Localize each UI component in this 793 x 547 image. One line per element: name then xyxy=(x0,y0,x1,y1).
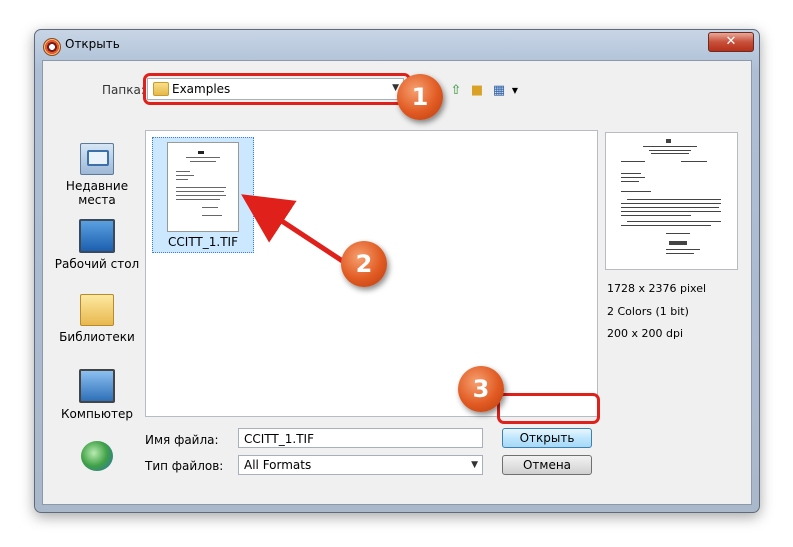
filetype-label: Тип файлов: xyxy=(145,459,224,473)
open-button[interactable]: Открыть xyxy=(502,428,592,448)
file-item[interactable]: CCITT_1.TIF xyxy=(152,137,254,253)
place-desktop[interactable]: Рабочий стол xyxy=(53,219,141,271)
place-desktop-label: Рабочий стол xyxy=(54,257,140,271)
file-name: CCITT_1.TIF xyxy=(168,235,238,249)
place-recent[interactable]: Недавние места xyxy=(53,143,141,207)
libraries-icon xyxy=(80,294,114,326)
place-libraries[interactable]: Библиотеки xyxy=(53,294,141,344)
chevron-down-icon[interactable]: ▼ xyxy=(471,460,478,470)
recent-places-icon xyxy=(80,143,114,175)
view-menu-chevron-icon[interactable]: ▼ xyxy=(507,83,523,99)
place-libraries-label: Библиотеки xyxy=(59,330,135,344)
place-recent-label: Недавние места xyxy=(65,179,129,207)
file-thumbnail xyxy=(167,142,239,232)
preview-dimensions: 1728 x 2376 pixel xyxy=(607,282,707,295)
computer-icon xyxy=(79,369,115,403)
close-button[interactable]: ✕ xyxy=(708,32,754,52)
window-title: Открыть xyxy=(65,37,120,51)
step-badge-3: 3 xyxy=(458,366,504,412)
look-in-label: Папка: xyxy=(102,83,145,97)
look-in-dropdown[interactable]: Examples ▼ xyxy=(147,78,404,100)
dialog-client-area: Папка: Examples ▼ ⇧ ■ ▦ ▼ Недавние места… xyxy=(42,60,752,505)
up-folder-icon[interactable]: ⇧ xyxy=(448,83,464,99)
filename-input[interactable]: CCITT_1.TIF xyxy=(238,428,483,448)
step-badge-2: 2 xyxy=(341,241,387,287)
place-computer[interactable]: Компьютер xyxy=(53,369,141,421)
preview-pane xyxy=(605,132,738,270)
desktop-icon xyxy=(79,219,115,253)
place-network[interactable] xyxy=(53,441,141,475)
folder-icon xyxy=(153,82,169,96)
place-computer-label: Компьютер xyxy=(61,407,133,421)
title-bar[interactable]: Открыть ✕ xyxy=(35,30,759,60)
preview-dpi: 200 x 200 dpi xyxy=(607,327,684,340)
preview-image xyxy=(611,137,729,263)
new-folder-icon[interactable]: ■ xyxy=(469,83,485,99)
network-icon xyxy=(81,441,113,471)
view-menu-icon[interactable]: ▦ xyxy=(491,83,507,99)
cancel-button[interactable]: Отмена xyxy=(502,455,592,475)
step-badge-1: 1 xyxy=(397,74,443,120)
preview-colors: 2 Colors (1 bit) xyxy=(607,305,689,318)
filetype-value: All Formats xyxy=(244,458,312,472)
filetype-dropdown[interactable]: All Formats ▼ xyxy=(238,455,483,475)
app-icon xyxy=(43,38,61,56)
filename-label: Имя файла: xyxy=(145,433,219,447)
look-in-value: Examples xyxy=(172,82,231,96)
